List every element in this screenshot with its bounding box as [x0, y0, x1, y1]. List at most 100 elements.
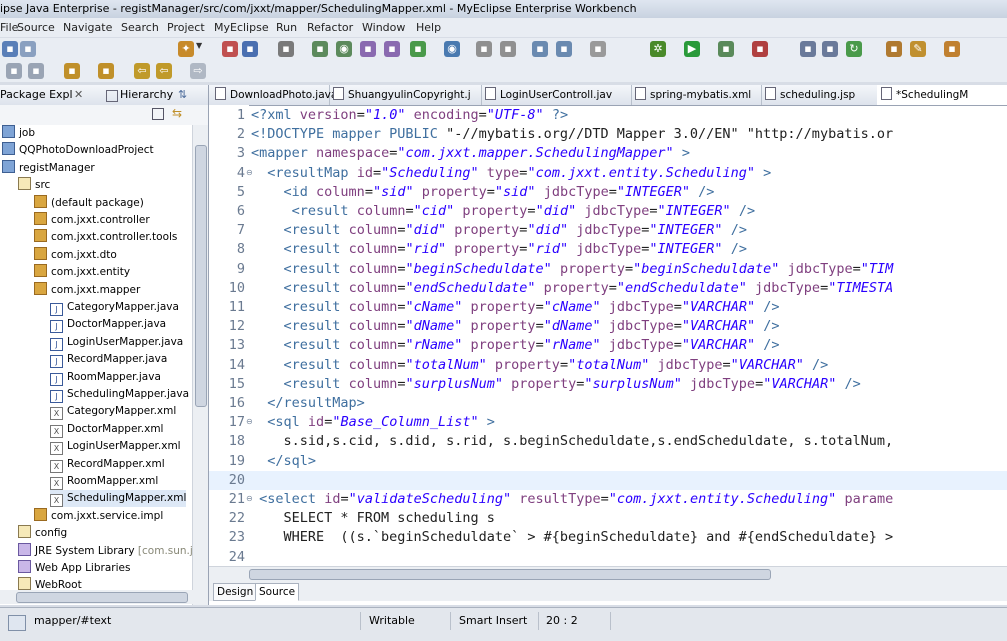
tree-item[interactable]: J DoctorMapper.java	[50, 316, 166, 334]
editor-tab[interactable]: LoginUserControll.jav	[481, 85, 632, 105]
tab-source[interactable]: Source	[255, 583, 300, 601]
explorer-vertical-scrollbar[interactable]	[192, 125, 208, 605]
close-icon[interactable]: ✕	[74, 88, 83, 101]
editor-tab[interactable]: DownloadPhoto.java	[211, 85, 337, 105]
refresh-icon[interactable]: ↻	[846, 41, 862, 57]
tree-item[interactable]: config	[18, 525, 67, 542]
annotation-icon[interactable]: ▪	[944, 41, 960, 57]
menu-myeclipse[interactable]: MyEclipse	[214, 21, 269, 34]
tab-package-explorer[interactable]: Package Expl	[0, 88, 73, 101]
tree-item[interactable]: QQPhotoDownloadProject	[2, 142, 154, 159]
run-external-icon[interactable]: ▪	[718, 41, 734, 57]
package-icon	[34, 507, 47, 521]
save-icon[interactable]: ▪	[2, 41, 18, 57]
tree-item-label: LoginUserMapper.xml	[67, 440, 181, 453]
tree-item[interactable]: X CategoryMapper.xml	[50, 403, 176, 421]
db-icon[interactable]: ▪	[500, 41, 516, 57]
open-perspective-icon[interactable]: ▪	[278, 41, 294, 57]
menu-source[interactable]: Source	[17, 21, 55, 34]
prev-annotation-icon[interactable]: ▪	[98, 63, 114, 79]
java-icon: J	[50, 372, 63, 386]
deploy-icon[interactable]: ▪	[222, 41, 238, 57]
layout-icon[interactable]: ▪	[6, 63, 22, 79]
editor-tab[interactable]: ShuangyulinCopyright.j	[329, 85, 482, 105]
filter-icon[interactable]: ▪	[476, 41, 492, 57]
tab-hierarchy[interactable]: Hierarchy	[120, 88, 173, 101]
package-icon[interactable]: ▪	[800, 41, 816, 57]
tree-item[interactable]: X LoginUserMapper.xml	[50, 438, 181, 456]
tree-item[interactable]: X RoomMapper.xml	[50, 473, 158, 490]
globe-icon[interactable]: ◉	[336, 41, 352, 57]
menu-file[interactable]: File	[0, 21, 18, 34]
print-icon[interactable]: ▪	[20, 41, 36, 57]
tree-item[interactable]: com.jxxt.service.impl	[34, 507, 163, 525]
wizard-icon[interactable]: ▪	[360, 41, 376, 57]
back-icon[interactable]: ⇦	[156, 63, 172, 79]
server-icon[interactable]: ▪	[242, 41, 258, 57]
scroll-thumb[interactable]	[16, 592, 188, 603]
tree-item[interactable]: J RoomMapper.java	[50, 369, 161, 386]
tree-item[interactable]: registManager	[2, 159, 95, 177]
java-icon[interactable]: ▪	[384, 41, 400, 57]
layout-alt-icon[interactable]: ▪	[28, 63, 44, 79]
tab-design[interactable]: Design	[213, 583, 258, 601]
next-annotation-icon[interactable]: ▪	[64, 63, 80, 79]
run-icon[interactable]: ▶	[684, 41, 700, 57]
xml-icon: X	[50, 477, 63, 490]
tree-item[interactable]: (default package)	[34, 194, 144, 212]
explorer-horizontal-scrollbar[interactable]	[0, 590, 208, 604]
image-icon[interactable]: ▪	[556, 41, 572, 57]
run-web-icon[interactable]: ▪	[410, 41, 426, 57]
profile-icon[interactable]: ▪	[752, 41, 768, 57]
scroll-thumb[interactable]	[195, 145, 207, 407]
search-icon[interactable]: ▪	[886, 41, 902, 57]
tree-item[interactable]: J SchedulingMapper.java	[50, 386, 189, 403]
tree-item[interactable]: X DoctorMapper.xml	[50, 421, 163, 438]
editor-tab[interactable]: *SchedulingM	[877, 85, 1007, 105]
report-icon[interactable]: ▪	[532, 41, 548, 57]
tree-item[interactable]: X RecordMapper.xml	[50, 456, 165, 473]
tree-item[interactable]: com.jxxt.controller.tools	[34, 229, 177, 246]
tree-item[interactable]: J RecordMapper.java	[50, 351, 167, 369]
menu-help[interactable]: Help	[416, 21, 441, 34]
view-menu-icon[interactable]: ⇅	[178, 88, 187, 101]
chevron-down-icon[interactable]: ▼	[196, 41, 202, 50]
menu-search[interactable]: Search	[121, 21, 159, 34]
browser-icon[interactable]: ◉	[444, 41, 460, 57]
editor-tab[interactable]: scheduling.jsp	[761, 85, 878, 105]
forward-icon[interactable]: ⇨	[190, 63, 206, 79]
menu-navigate[interactable]: Navigate	[63, 21, 112, 34]
line-number: 9	[236, 260, 245, 277]
tool-icon[interactable]: ▪	[590, 41, 606, 57]
tree-item[interactable]: Web App Libraries	[18, 560, 130, 577]
tree-item[interactable]: job	[2, 125, 35, 142]
editor-horizontal-scrollbar[interactable]	[209, 566, 1007, 581]
last-edit-icon[interactable]: ⇦	[134, 63, 150, 79]
tree-item[interactable]: com.jxxt.dto	[34, 246, 117, 264]
tree-item[interactable]: com.jxxt.controller	[34, 212, 150, 229]
class-icon[interactable]: ▪	[822, 41, 838, 57]
editor-tab[interactable]: spring-mybatis.xml	[631, 85, 762, 105]
code-line: <result column="dName" property="dName" …	[283, 318, 780, 335]
tree-item[interactable]: src	[18, 177, 50, 194]
collapse-all-icon[interactable]	[152, 108, 164, 120]
menu-run[interactable]: Run	[276, 21, 297, 34]
tree-item-label: com.jxxt.entity	[51, 266, 131, 279]
debug-icon[interactable]: ✲	[650, 41, 666, 57]
pen-icon[interactable]: ✎	[910, 41, 926, 57]
tree-item[interactable]: J CategoryMapper.java	[50, 299, 179, 316]
menu-project[interactable]: Project	[167, 21, 205, 34]
tree-item[interactable]: com.jxxt.mapper	[34, 281, 140, 299]
line-number: 4	[236, 164, 245, 181]
code-line: <result column="cid" property="did" jdbc…	[291, 203, 756, 219]
menu-window[interactable]: Window	[362, 21, 405, 34]
tree-item[interactable]: X SchedulingMapper.xml	[50, 490, 187, 508]
scroll-thumb[interactable]	[249, 569, 771, 580]
tree-item[interactable]: com.jxxt.entity	[34, 264, 130, 281]
new-wizard-icon[interactable]: ✦	[178, 41, 194, 57]
web-icon[interactable]: ▪	[312, 41, 328, 57]
tree-item[interactable]: J LoginUserMapper.java	[50, 334, 183, 351]
tree-item[interactable]: JRE System Library [com.sun.jav	[18, 542, 192, 560]
link-editor-icon[interactable]: ⇆	[172, 106, 182, 120]
menu-refactor[interactable]: Refactor	[307, 21, 353, 34]
